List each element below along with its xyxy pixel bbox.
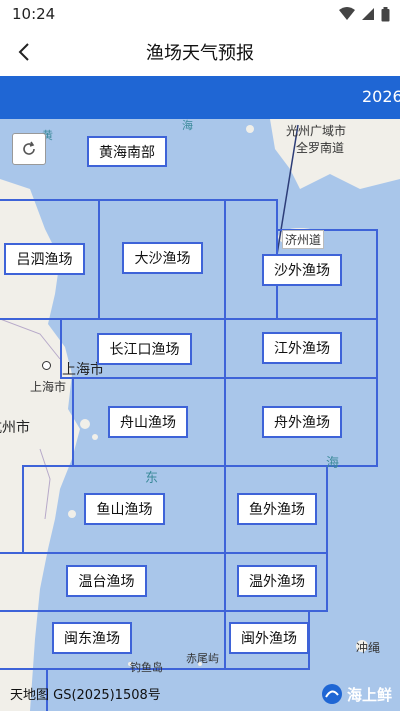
refresh-button[interactable] — [12, 133, 46, 165]
brand-name: 海上鲜 — [346, 685, 392, 704]
fishery-map[interactable]: 光州广域市 全罗南道 济州道 黄 海 上海市 上海市 杭州市 东 海 冲绳 钓鱼… — [0, 119, 400, 711]
zone-label-lvsi[interactable]: 吕泗渔场 — [4, 243, 85, 275]
status-icons — [339, 6, 390, 22]
place-jeju: 济州道 — [282, 230, 325, 249]
status-time: 10:24 — [12, 5, 56, 23]
map-copyright: 天地图 GS(2025)1508号 — [10, 688, 161, 703]
place-gwangju: 光州广域市 — [286, 124, 347, 138]
zone-label-wenwai[interactable]: 温外渔场 — [237, 565, 317, 597]
notice-ticker[interactable]: 2026 — [0, 76, 400, 119]
place-hai: 海 — [326, 456, 340, 471]
place-okinawa: 冲绳 — [356, 641, 381, 655]
place-shanghai-small: 上海市 — [30, 380, 67, 394]
place-jeolla: 全罗南道 — [296, 141, 345, 155]
zone-label-zhouwai[interactable]: 舟外渔场 — [262, 406, 342, 438]
status-bar: 10:24 — [0, 0, 400, 28]
battery-icon — [381, 6, 390, 21]
place-dong: 东 — [145, 471, 159, 486]
page-title: 渔场天气预报 — [146, 43, 254, 64]
signal-icon — [362, 8, 374, 20]
zone-label-mindong[interactable]: 闽东渔场 — [52, 622, 132, 654]
zone-label-zhoushan[interactable]: 舟山渔场 — [108, 406, 188, 438]
zone-label-yushan[interactable]: 鱼山渔场 — [84, 493, 165, 525]
zone-label-huanghai-nanbu[interactable]: 黄海南部 — [87, 136, 167, 167]
place-chiwei: 赤尾屿 — [186, 652, 219, 665]
zone-label-dasha[interactable]: 大沙渔场 — [122, 242, 203, 274]
shanghai-dot — [42, 361, 51, 370]
place-diaoyu: 钓鱼岛 — [130, 661, 163, 674]
zone-label-yuwai[interactable]: 鱼外渔场 — [237, 493, 317, 525]
ticker-text: 2026 — [362, 87, 400, 106]
zone-label-shawai[interactable]: 沙外渔场 — [262, 254, 342, 286]
zone-label-minwai[interactable]: 闽外渔场 — [229, 622, 309, 654]
zone-label-changjiangkou[interactable]: 长江口渔场 — [97, 333, 192, 365]
zone-label-jiangwai[interactable]: 江外渔场 — [262, 332, 342, 364]
place-sea-mark: 海 — [182, 119, 193, 132]
brand-logo: 海上鲜 — [321, 683, 392, 705]
refresh-icon — [23, 141, 35, 155]
app-bar: 渔场天气预报 — [0, 28, 400, 76]
wifi-icon — [339, 7, 355, 20]
brand-mark-icon — [321, 684, 342, 704]
place-hangzhou: 杭州市 — [0, 420, 30, 436]
zone-label-wentai[interactable]: 温台渔场 — [66, 565, 147, 597]
